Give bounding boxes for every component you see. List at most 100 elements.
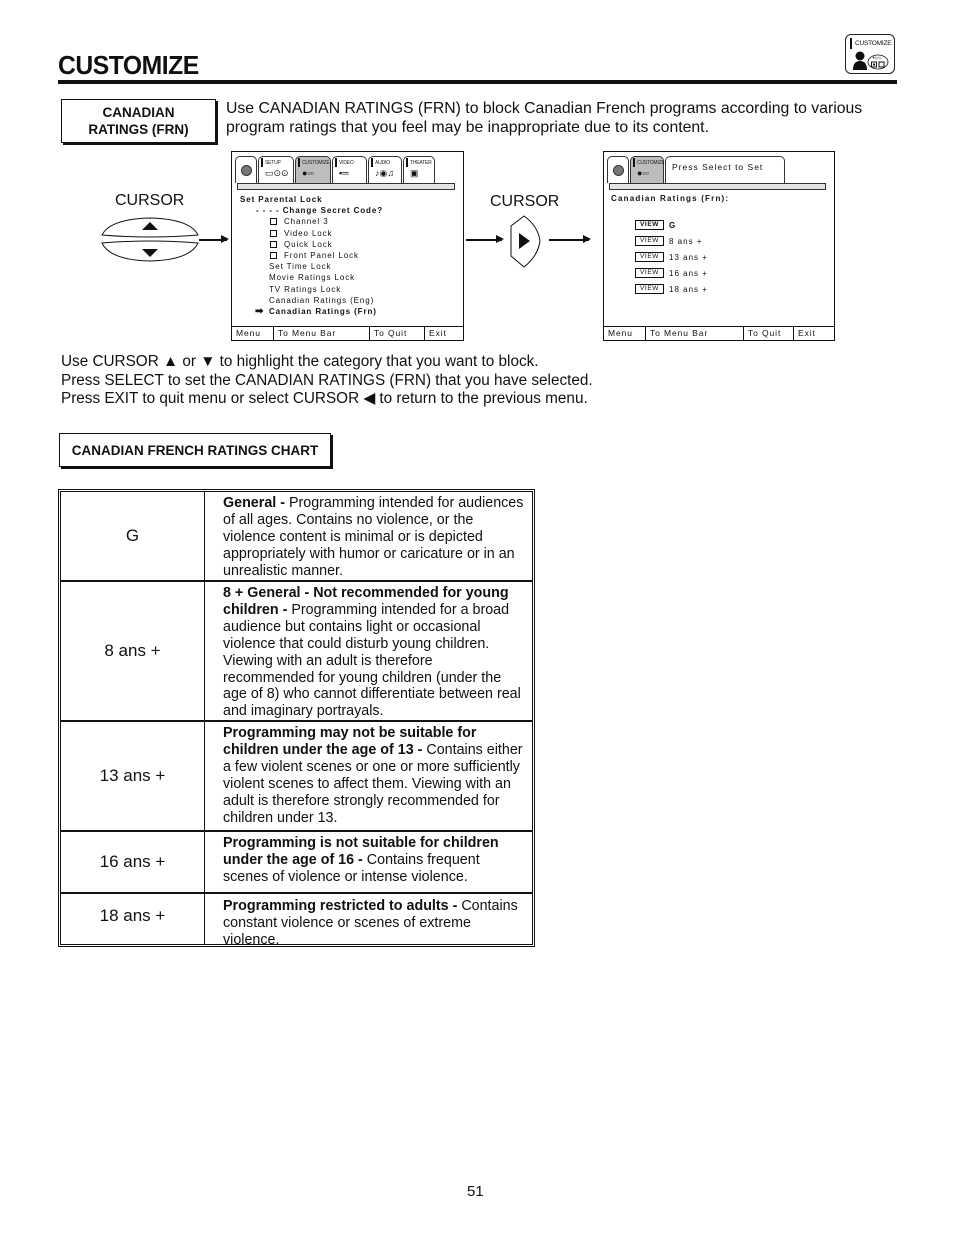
- footer-to-quit: To Quit: [744, 327, 794, 340]
- rating-cell: 8 ans +: [61, 582, 205, 720]
- setup-icon: ▭⊙⊙: [265, 168, 289, 178]
- rating-option-18-ans[interactable]: VIEW 18 ans +: [635, 284, 708, 294]
- menu-tab-bar: SETUP ▭⊙⊙ CUSTOMIZE ●▫▫ VIDEO ▪═ AUDIO ♪…: [235, 156, 436, 184]
- table-row: 18 ans + Programming restricted to adult…: [61, 894, 532, 948]
- menu-item-canadian-ratings-frn[interactable]: ➡ Canadian Ratings (Frn): [240, 306, 383, 317]
- tab-navigation-knob[interactable]: [235, 156, 257, 183]
- checkbox[interactable]: [270, 252, 277, 260]
- cursor-label: CURSOR: [115, 192, 185, 209]
- cursor-right-button[interactable]: [508, 214, 542, 270]
- menu-item-video-lock[interactable]: Video Lock: [240, 228, 383, 239]
- menu-item-change-secret-code[interactable]: - - - - Change Secret Code?: [240, 205, 383, 216]
- menu-item-channel-3[interactable]: Channel 3: [240, 216, 383, 227]
- checkbox[interactable]: [270, 218, 277, 226]
- view-button[interactable]: VIEW: [635, 284, 664, 294]
- table-row: 13 ans + Programming may not be suitable…: [61, 722, 532, 832]
- description-cell: General - Programming intended for audie…: [223, 495, 524, 579]
- navigation-knob-icon: [241, 165, 252, 176]
- page-number: 51: [467, 1183, 484, 1200]
- menu-status-bar: [609, 183, 826, 190]
- menu-footer: Menu To Menu Bar To Quit Exit: [232, 326, 463, 340]
- menu-item-front-panel-lock[interactable]: Front Panel Lock: [240, 250, 383, 261]
- tab-navigation-knob[interactable]: [607, 156, 629, 183]
- table-row: 8 ans + 8 + General - Not recommended fo…: [61, 582, 532, 722]
- view-button[interactable]: VIEW: [635, 220, 664, 230]
- instruction-line: Press SELECT to set the CANADIAN RATINGS…: [61, 371, 593, 389]
- prompt-tab: Press Select to Set: [665, 156, 785, 183]
- rating-cell: 13 ans +: [61, 722, 205, 830]
- description-cell: 8 + General - Not recommended for young …: [223, 585, 521, 720]
- svg-text:✦▷◇: ✦▷◇: [872, 55, 882, 60]
- instruction-line: Use CURSOR ▲ or ▼ to highlight the categ…: [61, 353, 539, 370]
- section-label-text: CANADIAN RATINGS (FRN): [88, 105, 189, 137]
- canadian-french-ratings-table: G General - Programming intended for aud…: [58, 489, 535, 948]
- menu-item-canadian-ratings-eng[interactable]: Canadian Ratings (Eng): [240, 295, 383, 306]
- checkbox[interactable]: [270, 240, 277, 248]
- customize-icon: ●▫▫: [302, 168, 314, 178]
- rating-option-g[interactable]: VIEW G: [635, 220, 676, 230]
- rating-cell: 18 ans +: [61, 894, 205, 944]
- customize-person-icon: ✦▷◇: [853, 51, 889, 70]
- video-sliders-icon: ▪═: [339, 168, 349, 178]
- ratings-heading: Canadian Ratings (Frn):: [611, 194, 730, 203]
- page-title: CUSTOMIZE: [58, 50, 199, 80]
- description-cell: Programming is not suitable for children…: [223, 835, 499, 885]
- tv-menu-screen-parental-lock: SETUP ▭⊙⊙ CUSTOMIZE ●▫▫ VIDEO ▪═ AUDIO ♪…: [231, 151, 464, 341]
- menu-item-quick-lock[interactable]: Quick Lock: [240, 239, 383, 250]
- canadian-ratings-frn-label: CANADIAN RATINGS (FRN): [61, 99, 216, 143]
- flow-arrow: [549, 236, 591, 242]
- menu-status-bar: [237, 183, 455, 190]
- tab-customize[interactable]: CUSTOMIZE ●▫▫: [630, 156, 665, 183]
- instruction-line: Press EXIT to quit menu or select CURSOR…: [61, 390, 588, 407]
- ratings-chart-label: CANADIAN FRENCH RATINGS CHART: [59, 433, 331, 467]
- footer-menu: Menu: [604, 327, 646, 340]
- cursor-up-down-buttons: [101, 217, 199, 262]
- cursor-label: CURSOR: [490, 193, 560, 210]
- view-button[interactable]: VIEW: [635, 268, 664, 278]
- flow-arrow: [199, 236, 229, 242]
- instructions: Use CURSOR ▲ or ▼ to highlight the categ…: [61, 353, 593, 409]
- view-button[interactable]: VIEW: [635, 236, 664, 246]
- cursor-up-button[interactable]: [101, 217, 199, 238]
- audio-icon: ♪◉♫: [375, 168, 395, 178]
- flow-arrow: [466, 236, 504, 242]
- rating-option-13-ans[interactable]: VIEW 13 ans +: [635, 252, 708, 262]
- tab-customize[interactable]: CUSTOMIZE ●▫▫: [295, 156, 331, 183]
- footer-to-menu-bar: To Menu Bar: [274, 327, 370, 340]
- table-row: 16 ans + Programming is not suitable for…: [61, 832, 532, 894]
- rating-option-16-ans[interactable]: VIEW 16 ans +: [635, 268, 708, 278]
- menu-footer: Menu To Menu Bar To Quit Exit: [604, 326, 834, 340]
- prompt-text: Press Select to Set: [672, 162, 764, 172]
- title-rule: [58, 80, 897, 84]
- navigation-knob-icon: [613, 165, 624, 176]
- customize-icon: ●▫▫: [637, 168, 649, 178]
- view-button[interactable]: VIEW: [635, 252, 664, 262]
- description-cell: Programming may not be suitable for chil…: [223, 725, 523, 826]
- tab-marker: [850, 38, 852, 49]
- selection-arrow-icon: ➡: [255, 306, 264, 318]
- footer-exit: Exit: [429, 328, 447, 338]
- menu-item-set-time-lock[interactable]: Set Time Lock: [240, 261, 383, 272]
- tab-setup[interactable]: SETUP ▭⊙⊙: [258, 156, 294, 183]
- checkbox[interactable]: [270, 229, 277, 237]
- description-cell: Programming restricted to adults - Conta…: [223, 898, 518, 948]
- parental-lock-menu: Set Parental Lock - - - - Change Secret …: [240, 194, 383, 317]
- rating-cell: G: [61, 492, 205, 580]
- theater-icon: ▣: [410, 168, 419, 178]
- tv-menu-screen-canadian-ratings-frn: CUSTOMIZE ●▫▫ Press Select to Set Canadi…: [603, 151, 835, 341]
- menu-tab-bar: CUSTOMIZE ●▫▫ Press Select to Set: [607, 156, 786, 184]
- rating-cell: 16 ans +: [61, 832, 205, 892]
- tab-theater[interactable]: THEATER ▣: [403, 156, 435, 183]
- menu-item-movie-ratings-lock[interactable]: Movie Ratings Lock: [240, 272, 383, 283]
- menu-item-tv-ratings-lock[interactable]: TV Ratings Lock: [240, 284, 383, 295]
- tab-audio[interactable]: AUDIO ♪◉♫: [368, 156, 402, 183]
- menu-heading: Set Parental Lock: [240, 195, 323, 204]
- footer-exit: Exit: [798, 328, 816, 338]
- intro-text: Use CANADIAN RATINGS (FRN) to block Cana…: [226, 100, 863, 136]
- tab-video[interactable]: VIDEO ▪═: [332, 156, 367, 183]
- footer-menu: Menu: [232, 327, 274, 340]
- corner-icon-label: CUSTOMIZE: [855, 40, 892, 47]
- footer-to-quit: To Quit: [370, 327, 425, 340]
- rating-option-8-ans[interactable]: VIEW 8 ans +: [635, 236, 702, 246]
- cursor-down-button[interactable]: [101, 240, 199, 262]
